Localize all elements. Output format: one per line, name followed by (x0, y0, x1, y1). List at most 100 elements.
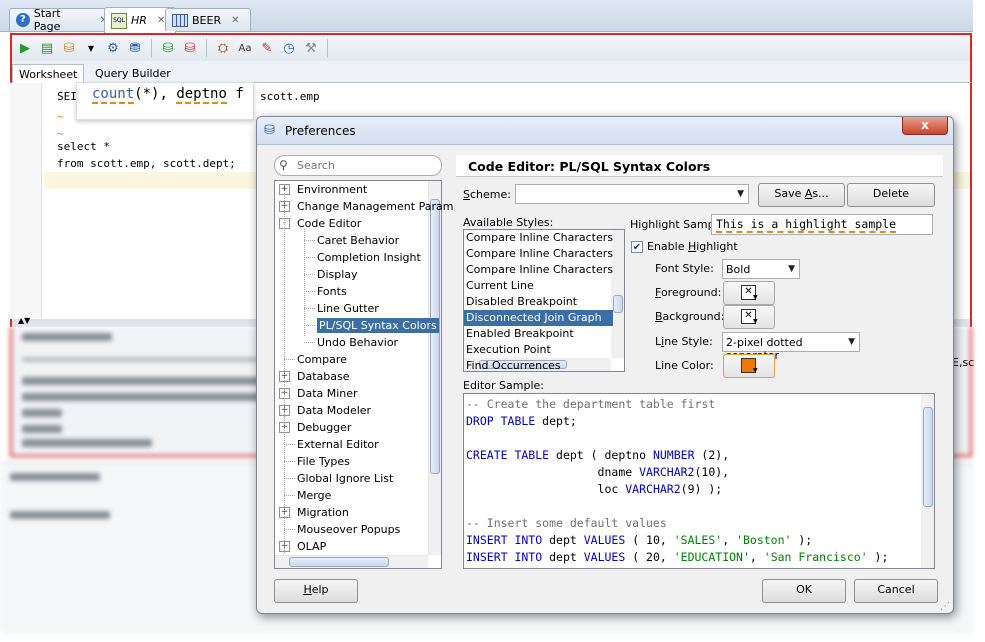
tree-item-label: File Types (297, 455, 350, 468)
clear-eraser-icon[interactable]: ✎ (258, 39, 276, 57)
commit-icon[interactable]: ⛁ (60, 39, 78, 57)
tree-item[interactable]: Compare (297, 351, 347, 368)
tree-scroll-thumb[interactable] (430, 199, 440, 474)
tree-item[interactable]: Completion Insight (317, 249, 421, 266)
tree-item[interactable]: Environment (297, 181, 367, 198)
search-input[interactable] (297, 157, 437, 174)
foreground-color-button[interactable]: ✕ ▼ (723, 281, 775, 305)
tree-item[interactable]: Undo Behavior (317, 334, 398, 351)
highlight-sample-text: This is a highlight sample (716, 217, 897, 233)
help-button[interactable]: Help (274, 579, 358, 603)
tab-start-page[interactable]: ? Start Page ✕ (9, 7, 115, 33)
tree-item[interactable]: Code Editor (297, 215, 361, 232)
tree-item[interactable]: Mouseover Popups (297, 521, 400, 538)
tree-item[interactable]: Merge (297, 487, 331, 504)
line-color-button[interactable]: ▼ (723, 354, 775, 378)
dropdown-arrow-icon[interactable]: ▼ (82, 39, 100, 57)
tree-item[interactable]: Line Gutter (317, 300, 379, 317)
code-token: CREATE TABLE (466, 448, 550, 462)
tree-connector (304, 308, 315, 309)
commit-db-icon[interactable]: ⛁ (159, 39, 177, 57)
checkmark-icon: ✔ (632, 242, 642, 253)
style-list-item[interactable]: Compare Inline Characters Added (464, 230, 613, 246)
style-list-item[interactable]: Enabled Breakpoint (464, 326, 613, 342)
styles-scroll-thumb[interactable] (613, 295, 623, 313)
tree-connector (304, 240, 315, 241)
squiggle-mark: ~ (57, 127, 64, 140)
sql-tuning-icon[interactable]: ⛭ (214, 39, 232, 57)
highlight-sample-field[interactable]: This is a highlight sample (711, 214, 933, 235)
chevron-down-icon: ▼ (848, 337, 855, 347)
close-button[interactable]: x (902, 117, 948, 135)
style-list-item[interactable]: Disconnected Join Graph (464, 310, 613, 326)
chevron-down-icon: ▼ (753, 318, 758, 325)
tree-item-label: Data Miner (297, 387, 358, 400)
font-style-select[interactable]: Bold ▼ (722, 259, 800, 279)
tree-item[interactable]: Migration (297, 504, 349, 521)
autotrace-icon[interactable]: ⛃ (126, 39, 144, 57)
sample-code-line: -- Create the department table first (466, 396, 715, 413)
tree-connector (304, 342, 315, 343)
run-script-icon[interactable]: ▤ (38, 39, 56, 57)
tree-item[interactable]: Data Modeler (297, 402, 371, 419)
enable-highlight-label[interactable]: Enable Highlight (647, 240, 738, 253)
code-token: INSERT INTO (466, 533, 543, 547)
ok-button[interactable]: OK (762, 579, 846, 603)
style-list-item[interactable]: Disabled Breakpoint (464, 294, 613, 310)
tree-item[interactable]: Data Miner (297, 385, 358, 402)
style-list-item[interactable]: Find Occurrences (464, 358, 613, 374)
explain-plan-icon[interactable]: ⚙ (104, 39, 122, 57)
code-token: dept (542, 550, 584, 564)
chevron-down-icon: ▼ (753, 367, 758, 374)
tree-connector (284, 478, 295, 479)
tree-connector (284, 529, 295, 530)
tab-worksheet[interactable]: Worksheet (12, 64, 85, 84)
tree-item[interactable]: Change Management Param (297, 198, 453, 215)
collapse-arrows-icon[interactable]: ▲▼ (18, 316, 30, 325)
tree-item[interactable]: Debugger (297, 419, 351, 436)
tree-item-label: Completion Insight (317, 251, 421, 264)
dialog-title-bar[interactable] (257, 117, 953, 145)
tree-item[interactable]: External Editor (297, 436, 379, 453)
font-style-label: Font Style: (655, 262, 714, 275)
to-upper-lower-icon[interactable]: Aa (236, 39, 254, 57)
tree-item[interactable]: Fonts (317, 283, 347, 300)
tree-item[interactable]: Global Ignore List (297, 470, 393, 487)
tab-beer[interactable]: BEER ✕ (165, 8, 251, 31)
resize-grip-icon[interactable]: ⋰ (940, 601, 950, 612)
line-style-select[interactable]: 2-pixel dotted separator ▼ (722, 332, 860, 362)
code-token: (2), (694, 448, 730, 462)
cancel-button[interactable]: Cancel (854, 579, 938, 603)
sample-scroll-thumb[interactable] (923, 407, 933, 507)
query-builder-icon[interactable]: ⚒ (302, 39, 320, 57)
document-tab-bar: ? Start Page ✕ SQL HR ✕ BEER ✕ (0, 0, 973, 33)
delete-button[interactable]: Delete (847, 183, 935, 207)
code-token: loc (466, 482, 626, 496)
tree-item-label: Caret Behavior (317, 234, 400, 247)
style-list-item[interactable]: Compare Inline Characters Changed (464, 246, 613, 262)
background-color-button[interactable]: ✕ ▼ (723, 305, 775, 329)
style-list-item[interactable]: Compare Inline Characters Deleted (464, 262, 613, 278)
tree-item[interactable]: OLAP (297, 538, 326, 555)
enable-highlight-checkbox[interactable]: ✔ (631, 241, 643, 253)
tree-item[interactable]: PL/SQL Syntax Colors (317, 317, 439, 334)
tree-item[interactable]: Database (297, 368, 350, 385)
tree-item-label: Display (317, 268, 358, 281)
close-icon[interactable]: ✕ (231, 15, 239, 26)
foreground-label: Foreground: (655, 286, 722, 299)
style-list-item[interactable]: Current Line (464, 278, 613, 294)
style-list-item[interactable]: Execution Point (464, 342, 613, 358)
tree-item[interactable]: Caret Behavior (317, 232, 399, 249)
tree-hscroll-thumb[interactable] (289, 557, 389, 567)
font-style-value: Bold (726, 263, 751, 276)
tree-item[interactable]: File Types (297, 453, 350, 470)
run-statement-icon[interactable]: ▶ (16, 39, 34, 57)
sql-history-icon[interactable]: ◷ (280, 39, 298, 57)
tab-query-builder[interactable]: Query Builder (89, 64, 177, 83)
rollback-db-icon[interactable]: ⛁ (181, 39, 199, 57)
save-as-button[interactable]: Save As... (758, 183, 845, 207)
scheme-select[interactable]: ▼ (515, 184, 749, 204)
chevron-down-icon: ▼ (788, 264, 795, 274)
code-token: ); (791, 533, 813, 547)
tree-item[interactable]: Display (317, 266, 358, 283)
